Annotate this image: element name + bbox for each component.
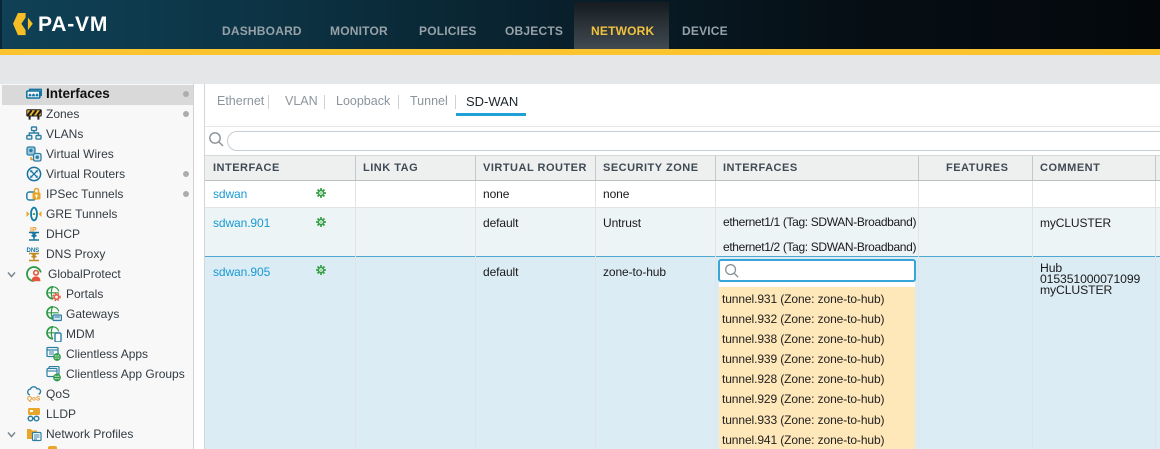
svg-text:QoS: QoS bbox=[27, 396, 41, 403]
